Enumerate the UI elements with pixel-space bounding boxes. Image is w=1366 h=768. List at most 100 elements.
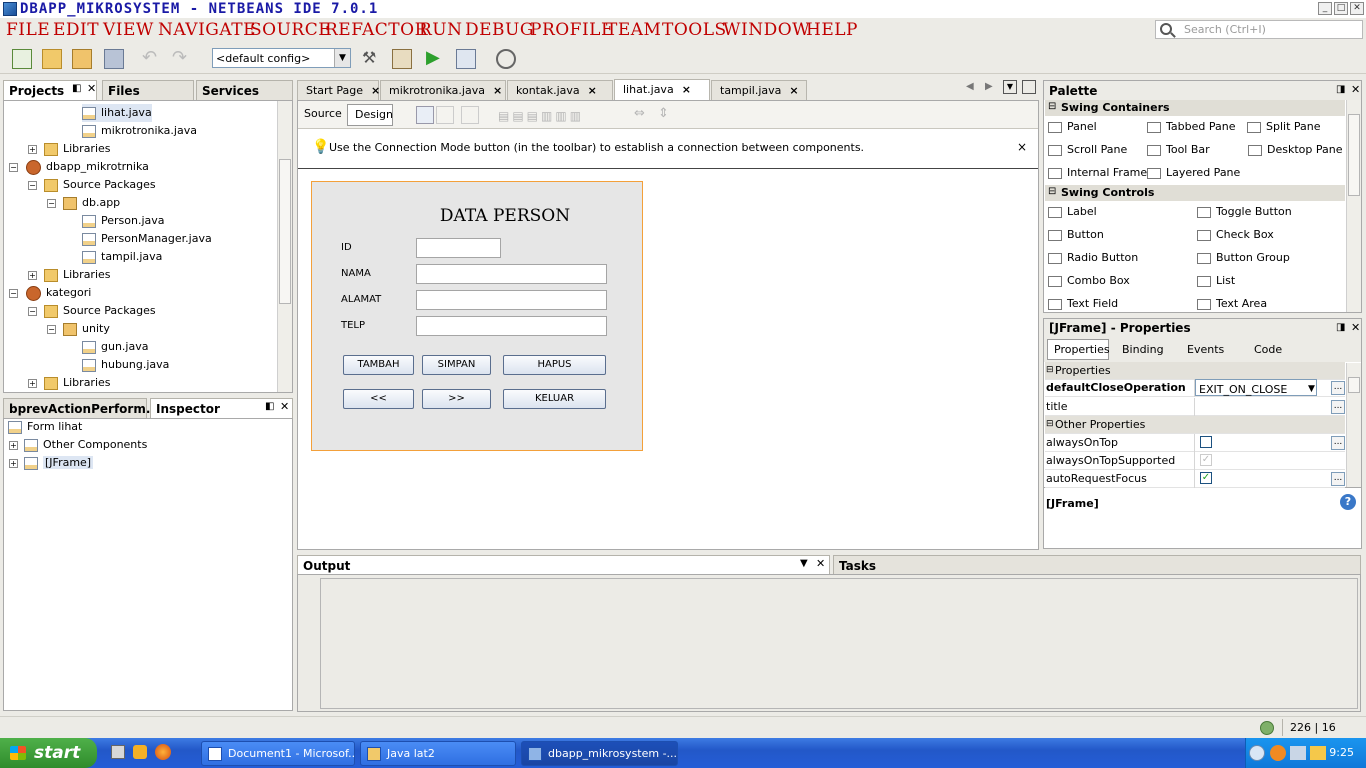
property-row-title[interactable]: title ... bbox=[1045, 398, 1345, 416]
menu-edit[interactable]: Edit bbox=[53, 20, 99, 40]
palette-item-tool-bar[interactable]: Tool Bar bbox=[1147, 142, 1210, 158]
projects-scrollbar[interactable] bbox=[277, 101, 292, 392]
palette-item-text-area[interactable]: Text Area bbox=[1197, 296, 1267, 312]
hapus-button[interactable]: HAPUS bbox=[503, 355, 606, 375]
nama-field[interactable] bbox=[416, 264, 607, 284]
id-field[interactable] bbox=[416, 238, 501, 258]
palette-item-layered-pane[interactable]: Layered Pane bbox=[1147, 165, 1240, 181]
tree-item-project-dbapp[interactable]: dbapp_mikrotrnika bbox=[26, 158, 149, 176]
tree-item-hubung[interactable]: hubung.java bbox=[82, 356, 169, 374]
close-button[interactable]: ✕ bbox=[1350, 2, 1364, 15]
close-panel-icon[interactable]: ✕ bbox=[87, 82, 96, 95]
expand-toggle[interactable]: − bbox=[9, 289, 18, 298]
expand-toggle[interactable]: + bbox=[9, 459, 18, 468]
tab-tasks[interactable]: Tasks bbox=[833, 555, 1361, 575]
palette-item-internal-frame[interactable]: Internal Frame bbox=[1048, 165, 1147, 181]
search-input[interactable]: Search (Ctrl+I) bbox=[1155, 20, 1363, 39]
minimize-panel-icon[interactable]: ◨ bbox=[1336, 84, 1345, 95]
menu-view[interactable]: View bbox=[103, 20, 154, 40]
ellipsis-button[interactable]: ... bbox=[1331, 472, 1345, 486]
palette-section-containers[interactable]: Swing Containers bbox=[1045, 100, 1345, 116]
firefox-icon[interactable] bbox=[155, 744, 171, 760]
tree-item-package-unity[interactable]: unity bbox=[63, 320, 110, 338]
tree-item-project-kategori[interactable]: kategori bbox=[26, 284, 91, 302]
start-button[interactable]: start bbox=[0, 738, 97, 768]
tree-item-lihat[interactable]: lihat.java bbox=[82, 104, 152, 122]
preview-design-icon[interactable] bbox=[461, 106, 479, 124]
tab-output[interactable]: Output bbox=[297, 555, 830, 575]
editor-tab-lihat[interactable]: lihat.java × bbox=[614, 79, 710, 100]
tree-item-libraries[interactable]: Libraries bbox=[44, 266, 111, 284]
tab-scroll-right-icon[interactable]: ▶ bbox=[985, 81, 993, 92]
tree-item-libraries[interactable]: Libraries bbox=[44, 374, 111, 392]
editor-tab-kontak[interactable]: kontak.java × bbox=[507, 80, 613, 100]
tab-code[interactable]: Code bbox=[1254, 343, 1282, 356]
source-mode-button[interactable]: Source bbox=[304, 107, 342, 120]
collapse-icon[interactable]: ⊟ bbox=[1048, 101, 1056, 112]
resize-vertical-icon[interactable]: ⇕ bbox=[658, 106, 669, 121]
collapse-icon[interactable]: ⊟ bbox=[1046, 419, 1054, 429]
close-tab-icon[interactable]: × bbox=[493, 84, 502, 97]
palette-item-radio-button[interactable]: Radio Button bbox=[1048, 250, 1138, 266]
minimize-button[interactable]: _ bbox=[1318, 2, 1332, 15]
taskbar-item-word[interactable]: Document1 - Microsof... bbox=[201, 741, 355, 766]
tab-projects[interactable]: Projects bbox=[3, 80, 97, 100]
editor-tab-start-page[interactable]: Start Page × bbox=[297, 80, 380, 100]
minimize-panel-icon[interactable]: ◧ bbox=[265, 401, 274, 412]
menu-file[interactable]: File bbox=[6, 20, 50, 40]
redo-icon[interactable]: ↷ bbox=[172, 49, 192, 69]
expand-toggle[interactable]: − bbox=[47, 199, 56, 208]
editor-tab-mikrotronika[interactable]: mikrotronika.java × bbox=[380, 80, 506, 100]
expand-toggle[interactable]: + bbox=[28, 271, 37, 280]
ellipsis-button[interactable]: ... bbox=[1331, 436, 1345, 450]
profile-icon[interactable] bbox=[496, 49, 516, 69]
alamat-field[interactable] bbox=[416, 290, 607, 310]
property-row-alwaysontopsupported[interactable]: alwaysOnTopSupported ✓ bbox=[1045, 452, 1345, 470]
tambah-button[interactable]: TAMBAH bbox=[343, 355, 414, 375]
tree-item-libraries[interactable]: Libraries bbox=[44, 140, 111, 158]
maximize-editor-icon[interactable] bbox=[1022, 80, 1036, 94]
close-tab-icon[interactable]: × bbox=[789, 84, 798, 97]
output-menu-icon[interactable]: ▼ bbox=[800, 558, 808, 569]
property-row-alwaysontop[interactable]: alwaysOnTop ... bbox=[1045, 434, 1345, 452]
new-file-icon[interactable] bbox=[12, 49, 32, 69]
next-button[interactable]: >> bbox=[422, 389, 491, 409]
build-icon[interactable]: ⚒ bbox=[362, 49, 382, 69]
palette-item-panel[interactable]: Panel bbox=[1048, 119, 1097, 135]
undo-icon[interactable]: ↶ bbox=[142, 49, 162, 69]
resize-horizontal-icon[interactable]: ⇔ bbox=[634, 106, 645, 121]
output-console[interactable] bbox=[320, 578, 1358, 709]
tree-item-package-db-app[interactable]: db.app bbox=[63, 194, 120, 212]
help-icon[interactable]: ? bbox=[1340, 494, 1356, 510]
tree-item-person[interactable]: Person.java bbox=[82, 212, 165, 230]
menu-team[interactable]: Team bbox=[606, 20, 661, 40]
keluar-button[interactable]: KELUAR bbox=[503, 389, 606, 409]
palette-item-scroll-pane[interactable]: Scroll Pane bbox=[1048, 142, 1127, 158]
tab-scroll-left-icon[interactable]: ◀ bbox=[966, 81, 974, 92]
expand-toggle[interactable]: + bbox=[28, 145, 37, 154]
palette-item-split-pane[interactable]: Split Pane bbox=[1247, 119, 1321, 135]
palette-item-button-group[interactable]: Button Group bbox=[1197, 250, 1290, 266]
close-panel-icon[interactable]: ✕ bbox=[816, 557, 825, 570]
close-tab-icon[interactable]: × bbox=[682, 83, 691, 96]
palette-item-tabbed-pane[interactable]: Tabbed Pane bbox=[1147, 119, 1235, 135]
close-tab-icon[interactable]: × bbox=[371, 84, 380, 97]
property-row-autorequestfocus[interactable]: autoRequestFocus ✓ ... bbox=[1045, 470, 1345, 488]
ellipsis-button[interactable]: ... bbox=[1331, 400, 1345, 414]
palette-section-controls[interactable]: Swing Controls bbox=[1045, 185, 1345, 201]
inspector-item-jframe[interactable]: [JFrame] bbox=[24, 454, 94, 472]
palette-item-label[interactable]: Label bbox=[1048, 204, 1097, 220]
menu-refactor[interactable]: Refactor bbox=[325, 20, 428, 40]
new-project-icon[interactable] bbox=[42, 49, 62, 69]
properties-group-header[interactable]: Properties bbox=[1045, 362, 1345, 380]
defaultcloseoperation-select[interactable]: EXIT_ON_CLOSE bbox=[1195, 379, 1317, 396]
debug-icon[interactable] bbox=[456, 49, 476, 69]
open-project-icon[interactable] bbox=[72, 49, 92, 69]
notification-icon[interactable] bbox=[1260, 721, 1274, 735]
tree-item-personmanager[interactable]: PersonManager.java bbox=[82, 230, 212, 248]
menu-source[interactable]: Source bbox=[250, 20, 331, 40]
close-tab-icon[interactable]: × bbox=[588, 84, 597, 97]
autorequestfocus-checkbox[interactable]: ✓ bbox=[1200, 472, 1212, 484]
tray-app-icon[interactable] bbox=[1270, 745, 1286, 761]
palette-item-combo-box[interactable]: Combo Box bbox=[1048, 273, 1130, 289]
